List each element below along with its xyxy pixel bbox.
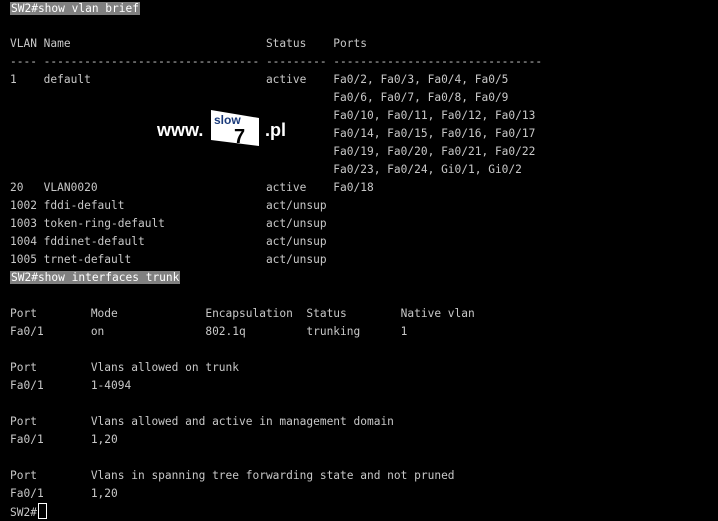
watermark-logo: www. slow 7 .pl xyxy=(157,106,297,150)
trunk-row: Fa0/1 1-4094 xyxy=(10,379,132,392)
command-line-2: SW2#show interfaces trunk xyxy=(10,269,181,287)
command-line-1: SW2#show vlan brief xyxy=(10,0,140,18)
vlan-row: Fa0/23, Fa0/24, Gi0/1, Gi0/2 xyxy=(10,163,522,176)
trunk-row: Fa0/1 1,20 xyxy=(10,433,118,446)
vlan-row: 1 default active Fa0/2, Fa0/3, Fa0/4, Fa… xyxy=(10,73,509,86)
watermark-pl: .pl xyxy=(265,120,286,140)
terminal-window[interactable]: SW2#show vlan brief VLAN Name Status Por… xyxy=(0,0,718,521)
vlan-row: Fa0/6, Fa0/7, Fa0/8, Fa0/9 xyxy=(10,91,509,104)
vlan-table-separator: ---- -------------------------------- --… xyxy=(10,55,543,68)
trunk-row: Fa0/1 1,20 xyxy=(10,487,118,500)
text-cursor xyxy=(37,503,47,519)
command-show-interfaces-trunk: SW2#show interfaces trunk xyxy=(10,271,181,284)
trunk-row: Fa0/1 on 802.1q trunking 1 xyxy=(10,325,408,338)
trunk-header: Port Mode Encapsulation Status Native vl… xyxy=(10,307,475,320)
slow7-logo-icon: slow 7 xyxy=(211,110,259,148)
command-show-vlan-brief: SW2#show vlan brief xyxy=(10,2,140,15)
vlan-row: 20 VLAN0020 active Fa0/18 xyxy=(10,181,374,194)
vlan-row: 1003 token-ring-default act/unsup xyxy=(10,217,327,230)
vlan-row: 1005 trnet-default act/unsup xyxy=(10,253,327,266)
watermark-seven: 7 xyxy=(234,126,245,148)
trunk-header: Port Vlans allowed and active in managem… xyxy=(10,415,394,428)
prompt-line[interactable]: SW2# xyxy=(10,503,47,521)
trunk-header: Port Vlans in spanning tree forwarding s… xyxy=(10,469,455,482)
watermark-slow: slow xyxy=(214,113,241,127)
vlan-row: 1002 fddi-default act/unsup xyxy=(10,199,327,212)
prompt-text: SW2# xyxy=(10,506,37,519)
vlan-table-header: VLAN Name Status Ports xyxy=(10,37,367,50)
vlan-row: 1004 fddinet-default act/unsup xyxy=(10,235,327,248)
trunk-header: Port Vlans allowed on trunk xyxy=(10,361,240,374)
watermark-www: www. xyxy=(157,120,204,140)
